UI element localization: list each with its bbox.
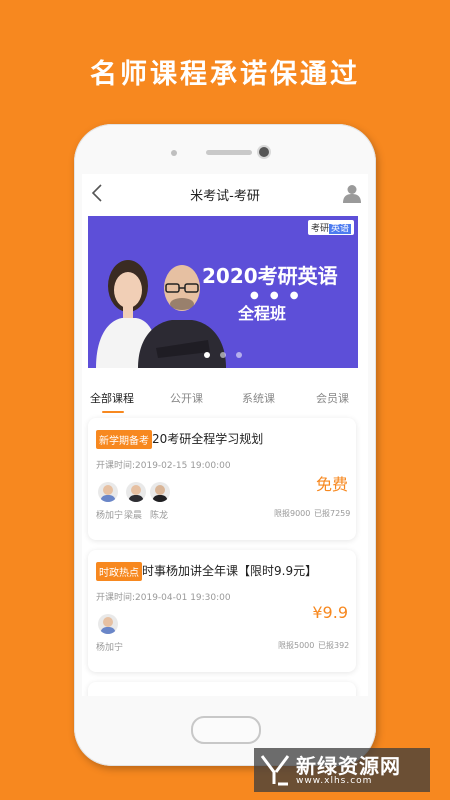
active-tab-indicator bbox=[102, 411, 124, 413]
course-time: 开课时间:2019-04-01 19:30:00 bbox=[96, 593, 231, 603]
teacher-name: 陈龙 bbox=[150, 511, 169, 521]
course-title: 时事杨加讲全年课【限时9.9元】 bbox=[142, 564, 318, 578]
enroll-count: 已报392 bbox=[318, 641, 350, 650]
tab-member[interactable]: 会员课 bbox=[316, 390, 349, 406]
banner-subtitle: 全程班 bbox=[238, 304, 287, 323]
course-badge: 新学期备考 bbox=[96, 430, 152, 449]
watermark-url: www.xlhs.com bbox=[296, 776, 373, 786]
watermark-logo-icon bbox=[260, 755, 290, 786]
teacher-name: 杨加宁 bbox=[96, 511, 124, 521]
user-icon[interactable] bbox=[342, 183, 362, 203]
carousel-dot-3[interactable] bbox=[236, 352, 242, 358]
banner-tag: 考研 英语 bbox=[307, 220, 354, 235]
phone-frame: 米考试-考研 考研 英语 2020考研英语 ● ● ● 全程班 全部课程 公开课… bbox=[74, 124, 376, 766]
avatar bbox=[150, 482, 170, 502]
course-badge: 时政热点 bbox=[96, 562, 142, 581]
tab-system[interactable]: 系统课 bbox=[242, 390, 275, 406]
tab-all-courses[interactable]: 全部课程 bbox=[90, 390, 134, 406]
earpiece-speaker bbox=[206, 150, 252, 155]
banner-tag-b: 英语 bbox=[328, 224, 351, 234]
carousel-dot-1[interactable] bbox=[204, 352, 210, 358]
course-tabs: 全部课程 公开课 系统课 会员课 bbox=[82, 384, 368, 413]
headline: 名师课程承诺保通过 bbox=[90, 59, 360, 90]
watermark: 新绿资源网 www.xlhs.com bbox=[254, 748, 430, 792]
page-title: 米考试-考研 bbox=[190, 189, 260, 204]
nav-bar: 米考试-考研 bbox=[82, 174, 368, 214]
banner-title: 2020考研英语 bbox=[202, 264, 338, 288]
banner[interactable]: 考研 英语 2020考研英语 ● ● ● 全程班 bbox=[88, 216, 358, 368]
course-card[interactable]: 新学期备考 20考研全程学习规划 开课时间:2019-02-15 19:00:0… bbox=[88, 418, 356, 540]
course-price: 免费 bbox=[315, 475, 348, 494]
carousel-dot-2[interactable] bbox=[220, 352, 226, 358]
front-camera bbox=[259, 147, 269, 157]
proximity-sensor bbox=[171, 150, 177, 156]
avatar bbox=[126, 482, 146, 502]
teacher-name: 梁晨 bbox=[124, 511, 143, 521]
course-card[interactable]: 时政热点 时事杨加讲全年课【限时9.9元】 开课时间:2019-04-01 19… bbox=[88, 550, 356, 672]
enroll-limit: 限报9000 bbox=[274, 509, 311, 518]
teacher-name: 杨加宁 bbox=[96, 643, 124, 653]
banner-tag-a: 考研 bbox=[310, 224, 329, 234]
watermark-name: 新绿资源网 bbox=[296, 754, 401, 778]
enroll-count: 已报7259 bbox=[314, 509, 351, 518]
app-screen: 米考试-考研 考研 英语 2020考研英语 ● ● ● 全程班 全部课程 公开课… bbox=[82, 174, 368, 696]
enroll-limit: 限报5000 bbox=[278, 641, 315, 650]
home-button[interactable] bbox=[191, 716, 261, 744]
course-price: ¥9.9 bbox=[312, 603, 348, 622]
course-time: 开课时间:2019-02-15 19:00:00 bbox=[96, 461, 231, 471]
avatar bbox=[98, 482, 118, 502]
course-title: 20考研全程学习规划 bbox=[152, 432, 264, 446]
avatar bbox=[98, 614, 118, 634]
tab-public[interactable]: 公开课 bbox=[170, 390, 203, 406]
course-card[interactable] bbox=[88, 682, 356, 696]
